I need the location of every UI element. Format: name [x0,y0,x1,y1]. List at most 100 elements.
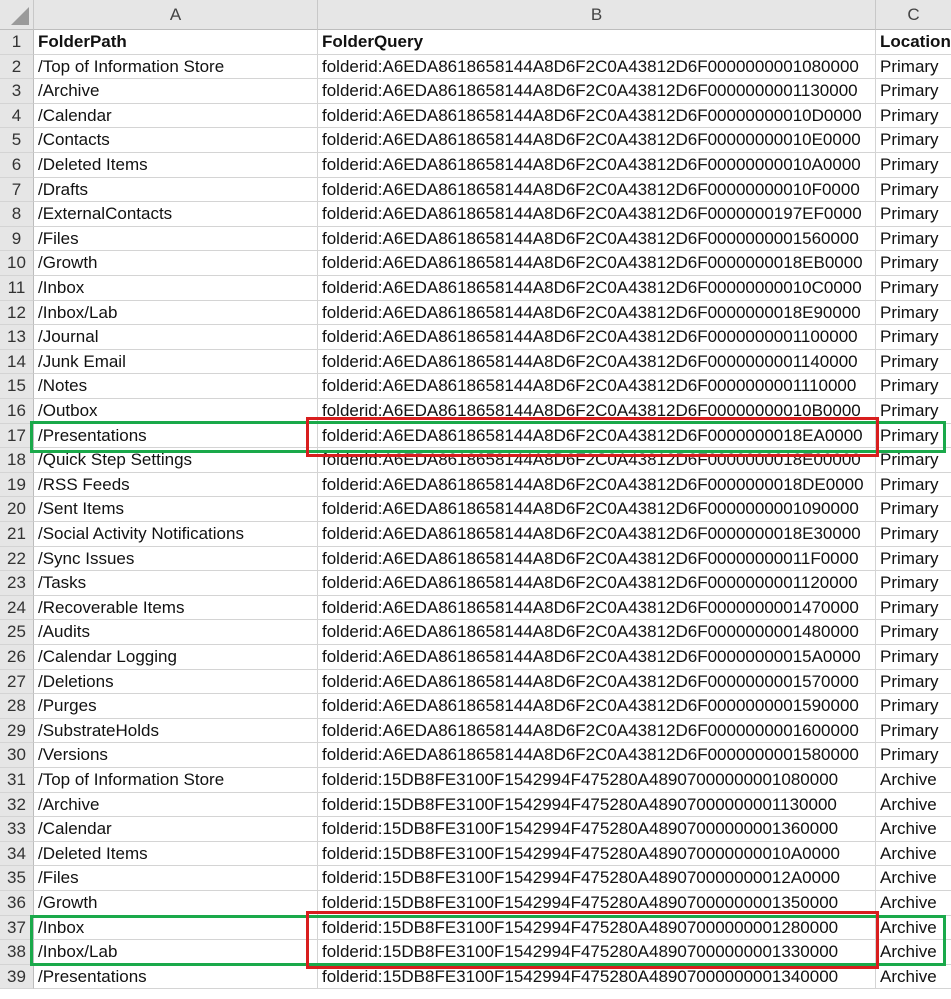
cell-location[interactable]: Primary [876,424,951,449]
cell-location[interactable]: Primary [876,128,951,153]
cell-folder-path[interactable]: /Sync Issues [34,546,318,572]
cell-folder-query[interactable]: folderid:A6EDA8618658144A8D6F2C0A43812D6… [318,128,876,153]
cell-folder-query[interactable]: FolderQuery [318,30,876,55]
cell-folder-path[interactable]: /Files [34,226,318,252]
cell-folder-path[interactable]: /Calendar Logging [34,645,318,670]
row-number[interactable]: 25 [0,620,34,645]
cell-folder-query[interactable]: folderid:A6EDA8618658144A8D6F2C0A43812D6… [318,54,876,80]
cell-location[interactable]: Primary [876,473,951,498]
cell-folder-path[interactable]: /Growth [34,251,318,276]
row-number[interactable]: 23 [0,571,34,596]
cell-location[interactable]: Primary [876,153,951,178]
row-number[interactable]: 30 [0,743,34,768]
cell-folder-query[interactable]: folderid:A6EDA8618658144A8D6F2C0A43812D6… [318,325,876,350]
cell-folder-query[interactable]: folderid:A6EDA8618658144A8D6F2C0A43812D6… [318,423,876,449]
cell-location[interactable]: Location [876,30,951,55]
row-number[interactable]: 8 [0,202,34,227]
cell-folder-query[interactable]: folderid:A6EDA8618658144A8D6F2C0A43812D6… [318,349,876,375]
cell-location[interactable]: Primary [876,620,951,645]
row-number[interactable]: 28 [0,694,34,719]
cell-location[interactable]: Primary [876,325,951,350]
cell-folder-query[interactable]: folderid:15DB8FE3100F1542994F475280A4890… [318,792,876,818]
cell-folder-path[interactable]: /Growth [34,891,318,916]
cell-location[interactable]: Primary [876,497,951,522]
cell-location[interactable]: Primary [876,276,951,301]
row-number[interactable]: 32 [0,792,34,818]
row-number[interactable]: 15 [0,374,34,399]
cell-folder-path[interactable]: /Versions [34,743,318,768]
cell-location[interactable]: Primary [876,350,951,375]
row-number[interactable]: 3 [0,79,34,104]
cell-folder-path[interactable]: /Top of Information Store [34,768,318,793]
cell-folder-path[interactable]: /Deleted Items [34,841,318,867]
row-number[interactable]: 22 [0,546,34,572]
row-number[interactable]: 31 [0,768,34,793]
cell-folder-path[interactable]: /Purges [34,694,318,719]
row-number[interactable]: 17 [0,423,34,449]
row-number[interactable]: 34 [0,841,34,867]
row-number[interactable]: 11 [0,276,34,301]
cell-location[interactable]: Primary [876,670,951,695]
cell-folder-query[interactable]: folderid:A6EDA8618658144A8D6F2C0A43812D6… [318,718,876,744]
cell-location[interactable]: Archive [876,842,951,867]
column-header-c[interactable]: C [876,0,951,30]
cell-folder-path[interactable]: /ExternalContacts [34,202,318,227]
row-number[interactable]: 33 [0,817,34,842]
cell-folder-query[interactable]: folderid:15DB8FE3100F1542994F475280A4890… [318,768,876,793]
row-number[interactable]: 9 [0,226,34,252]
row-number[interactable]: 4 [0,103,34,129]
cell-location[interactable]: Archive [876,768,951,793]
cell-folder-path[interactable]: /Journal [34,325,318,350]
cell-location[interactable]: Primary [876,104,951,129]
row-number[interactable]: 20 [0,497,34,522]
cell-folder-query[interactable]: folderid:15DB8FE3100F1542994F475280A4890… [318,817,876,842]
cell-folder-query[interactable]: folderid:A6EDA8618658144A8D6F2C0A43812D6… [318,226,876,252]
cell-folder-query[interactable]: folderid:15DB8FE3100F1542994F475280A4890… [318,915,876,941]
cell-folder-query[interactable]: folderid:A6EDA8618658144A8D6F2C0A43812D6… [318,276,876,301]
cell-folder-path[interactable]: /Deletions [34,669,318,695]
cell-folder-query[interactable]: folderid:15DB8FE3100F1542994F475280A4890… [318,964,876,990]
cell-location[interactable]: Primary [876,547,951,572]
row-number[interactable]: 39 [0,964,34,990]
cell-folder-path[interactable]: /Tasks [34,571,318,596]
cell-folder-path[interactable]: /Inbox [34,276,318,301]
row-number[interactable]: 14 [0,349,34,375]
cell-location[interactable]: Primary [876,178,951,203]
cell-location[interactable]: Primary [876,448,951,473]
row-number[interactable]: 18 [0,448,34,473]
cell-folder-query[interactable]: folderid:A6EDA8618658144A8D6F2C0A43812D6… [318,79,876,104]
cell-folder-path[interactable]: /Recoverable Items [34,595,318,621]
cell-location[interactable]: Primary [876,596,951,621]
cell-folder-query[interactable]: folderid:A6EDA8618658144A8D6F2C0A43812D6… [318,620,876,645]
row-number[interactable]: 21 [0,522,34,547]
cell-location[interactable]: Primary [876,571,951,596]
cell-folder-query[interactable]: folderid:A6EDA8618658144A8D6F2C0A43812D6… [318,177,876,203]
cell-folder-path[interactable]: /Calendar [34,817,318,842]
cell-folder-path[interactable]: /Audits [34,620,318,645]
cell-folder-query[interactable]: folderid:A6EDA8618658144A8D6F2C0A43812D6… [318,546,876,572]
row-number[interactable]: 13 [0,325,34,350]
cell-folder-path[interactable]: /Calendar [34,103,318,129]
cell-location[interactable]: Primary [876,645,951,670]
cell-location[interactable]: Primary [876,743,951,768]
cell-folder-query[interactable]: folderid:A6EDA8618658144A8D6F2C0A43812D6… [318,103,876,129]
row-number[interactable]: 36 [0,891,34,916]
cell-folder-path[interactable]: /Sent Items [34,497,318,522]
cell-folder-path[interactable]: /Archive [34,792,318,818]
row-number[interactable]: 38 [0,940,34,965]
cell-location[interactable]: Archive [876,965,951,990]
row-number[interactable]: 24 [0,595,34,621]
cell-folder-query[interactable]: folderid:A6EDA8618658144A8D6F2C0A43812D6… [318,202,876,227]
cell-folder-query[interactable]: folderid:A6EDA8618658144A8D6F2C0A43812D6… [318,743,876,768]
cell-folder-path[interactable]: /Junk Email [34,349,318,375]
cell-folder-query[interactable]: folderid:15DB8FE3100F1542994F475280A4890… [318,891,876,916]
cell-folder-path[interactable]: /SubstrateHolds [34,718,318,744]
cell-folder-path[interactable]: /Social Activity Notifications [34,522,318,547]
cell-location[interactable]: Primary [876,301,951,326]
cell-folder-query[interactable]: folderid:A6EDA8618658144A8D6F2C0A43812D6… [318,694,876,719]
cell-folder-query[interactable]: folderid:A6EDA8618658144A8D6F2C0A43812D6… [318,399,876,424]
cell-location[interactable]: Archive [876,866,951,891]
cell-folder-path[interactable]: /Inbox/Lab [34,300,318,326]
cell-location[interactable]: Archive [876,793,951,818]
cell-location[interactable]: Primary [876,374,951,399]
